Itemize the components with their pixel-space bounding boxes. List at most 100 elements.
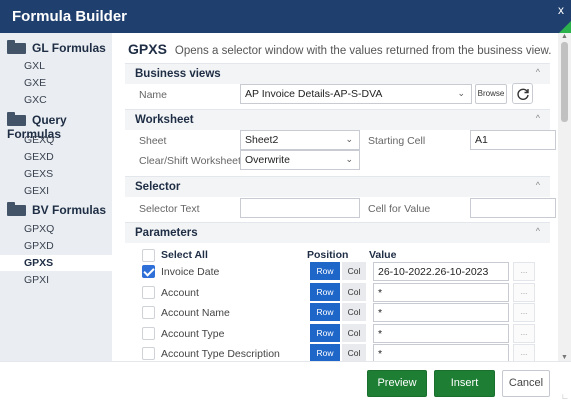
sidebar-item-gexi[interactable]: GEXI bbox=[0, 183, 112, 199]
select-all-label: Select All bbox=[161, 249, 208, 261]
sidebar: GL Formulas GXL GXE GXC Query Formulas G… bbox=[0, 33, 112, 361]
resize-grip-icon[interactable]: ∟ bbox=[561, 392, 569, 401]
section-title: Worksheet bbox=[135, 114, 194, 126]
refresh-icon bbox=[517, 88, 529, 100]
scroll-up-icon[interactable]: ▲ bbox=[561, 33, 568, 40]
row-position-button[interactable]: Row bbox=[310, 262, 340, 280]
clear-shift-value: Overwrite bbox=[245, 154, 290, 166]
section-business-views[interactable]: Business views ^ bbox=[125, 63, 550, 84]
cell-for-value-label: Cell for Value bbox=[368, 203, 431, 215]
name-label: Name bbox=[139, 89, 168, 101]
sidebar-item-gxc[interactable]: GXC bbox=[0, 92, 112, 108]
collapse-icon[interactable]: ^ bbox=[536, 180, 540, 190]
sidebar-group-gl[interactable]: GL Formulas bbox=[7, 40, 106, 58]
param-more-button[interactable]: ... bbox=[513, 303, 535, 322]
sidebar-group-query[interactable]: Query Formulas bbox=[7, 112, 112, 141]
title-bar: Formula Builder x bbox=[0, 0, 571, 33]
section-title: Parameters bbox=[135, 227, 198, 239]
browse-button[interactable]: Browse bbox=[475, 84, 507, 104]
cell-for-value-input[interactable] bbox=[470, 198, 556, 218]
refresh-button[interactable] bbox=[512, 83, 533, 104]
sidebar-item-gxe[interactable]: GXE bbox=[0, 75, 112, 91]
sidebar-item-gpxd[interactable]: GPXD bbox=[0, 238, 112, 254]
param-more-button[interactable]: ... bbox=[513, 344, 535, 361]
param-more-button[interactable]: ... bbox=[513, 324, 535, 343]
sidebar-item-gpxq[interactable]: GPXQ bbox=[0, 221, 112, 237]
col-position-button[interactable]: Col bbox=[342, 303, 366, 321]
sheet-label: Sheet bbox=[139, 135, 167, 147]
business-view-select[interactable]: AP Invoice Details-AP-S-DVA ⌄ bbox=[240, 84, 472, 104]
param-name: Account Type bbox=[161, 328, 225, 340]
starting-cell-input[interactable]: A1 bbox=[470, 130, 556, 150]
param-checkbox[interactable] bbox=[142, 347, 155, 360]
chevron-down-icon: ⌄ bbox=[345, 134, 353, 144]
group-label: GL Formulas bbox=[32, 41, 106, 55]
selector-text-label: Selector Text bbox=[139, 203, 200, 215]
collapse-icon[interactable]: ^ bbox=[536, 226, 540, 236]
clear-shift-select[interactable]: Overwrite ⌄ bbox=[240, 150, 360, 170]
sidebar-item-gexq[interactable]: GEXQ bbox=[0, 132, 112, 148]
insert-button[interactable]: Insert bbox=[434, 370, 495, 397]
vertical-scrollbar[interactable]: ▲ ▼ bbox=[558, 33, 571, 361]
param-checkbox[interactable] bbox=[142, 306, 155, 319]
select-all-checkbox[interactable] bbox=[142, 249, 155, 262]
sheet-select[interactable]: Sheet2 ⌄ bbox=[240, 130, 360, 150]
sidebar-item-gpxi[interactable]: GPXI bbox=[0, 272, 112, 288]
section-title: Business views bbox=[135, 68, 221, 80]
param-value-input[interactable]: 26-10-2022.26-10-2023 bbox=[373, 262, 509, 281]
sidebar-group-bv[interactable]: BV Formulas bbox=[7, 202, 106, 220]
preview-button[interactable]: Preview bbox=[367, 370, 427, 397]
param-checkbox[interactable] bbox=[142, 286, 155, 299]
row-position-button[interactable]: Row bbox=[310, 283, 340, 301]
selector-text-input[interactable] bbox=[240, 198, 360, 218]
param-name: Invoice Date bbox=[161, 266, 220, 278]
main-panel: GPXS Opens a selector window with the val… bbox=[121, 33, 556, 361]
cancel-button[interactable]: Cancel bbox=[502, 370, 550, 397]
corner-flag-icon bbox=[559, 21, 571, 33]
param-value-input[interactable]: * bbox=[373, 283, 509, 302]
close-icon[interactable]: x bbox=[558, 3, 564, 17]
section-worksheet[interactable]: Worksheet ^ bbox=[125, 109, 550, 130]
param-name: Account Type Description bbox=[161, 348, 280, 360]
collapse-icon[interactable]: ^ bbox=[536, 113, 540, 123]
col-position-button[interactable]: Col bbox=[342, 344, 366, 361]
chevron-down-icon: ⌄ bbox=[345, 154, 353, 164]
param-more-button[interactable]: ... bbox=[513, 283, 535, 302]
sidebar-item-gexs[interactable]: GEXS bbox=[0, 166, 112, 182]
param-more-button[interactable]: ... bbox=[513, 262, 535, 281]
scrollbar-thumb[interactable] bbox=[561, 42, 568, 122]
sidebar-item-gpxs[interactable]: GPXS bbox=[0, 255, 112, 271]
col-position-button[interactable]: Col bbox=[342, 324, 366, 342]
folder-icon bbox=[7, 40, 26, 54]
scroll-down-icon[interactable]: ▼ bbox=[561, 354, 568, 361]
folder-icon bbox=[7, 202, 26, 216]
window-title: Formula Builder bbox=[12, 8, 128, 25]
col-position-button[interactable]: Col bbox=[342, 283, 366, 301]
col-position-button[interactable]: Col bbox=[342, 262, 366, 280]
param-name: Account bbox=[161, 287, 199, 299]
dialog-footer: Preview Insert Cancel ∟ bbox=[0, 361, 571, 402]
formula-description: Opens a selector window with the values … bbox=[174, 45, 552, 57]
row-position-button[interactable]: Row bbox=[310, 303, 340, 321]
param-value-input[interactable]: * bbox=[373, 303, 509, 322]
section-parameters[interactable]: Parameters ^ bbox=[125, 222, 550, 243]
collapse-icon[interactable]: ^ bbox=[536, 67, 540, 77]
formula-code: GPXS bbox=[128, 41, 167, 57]
position-header: Position bbox=[307, 249, 349, 261]
formula-heading: GPXS Opens a selector window with the val… bbox=[128, 41, 551, 57]
param-value-input[interactable]: * bbox=[373, 344, 509, 361]
sidebar-item-gexd[interactable]: GEXD bbox=[0, 149, 112, 165]
folder-icon bbox=[7, 112, 26, 126]
sheet-value: Sheet2 bbox=[245, 134, 279, 146]
row-position-button[interactable]: Row bbox=[310, 344, 340, 361]
param-checkbox[interactable] bbox=[142, 265, 155, 278]
value-header: Value bbox=[369, 249, 397, 261]
business-view-value: AP Invoice Details-AP-S-DVA bbox=[245, 88, 383, 100]
row-position-button[interactable]: Row bbox=[310, 324, 340, 342]
param-checkbox[interactable] bbox=[142, 327, 155, 340]
param-value-input[interactable]: * bbox=[373, 324, 509, 343]
clear-shift-label: Clear/Shift Worksheet bbox=[139, 155, 241, 167]
sidebar-item-gxl[interactable]: GXL bbox=[0, 58, 112, 74]
section-selector[interactable]: Selector ^ bbox=[125, 176, 550, 197]
starting-cell-label: Starting Cell bbox=[368, 135, 426, 147]
